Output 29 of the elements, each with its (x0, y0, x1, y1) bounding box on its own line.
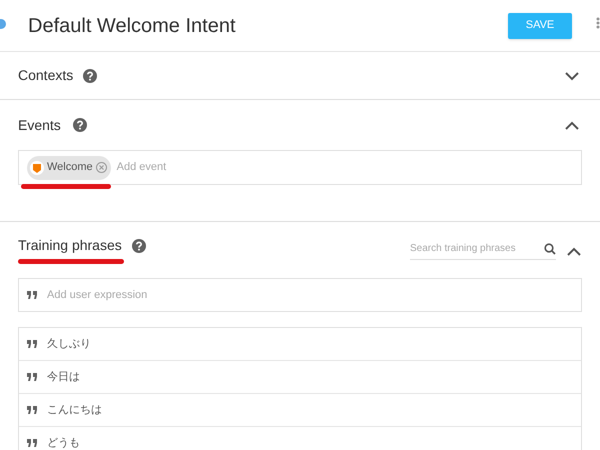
phrase-row[interactable]: 久しぶり (19, 328, 581, 361)
phrase-text: こんにちは (47, 402, 102, 418)
event-field[interactable]: Welcome Add event (18, 150, 582, 185)
help-icon[interactable] (132, 238, 146, 252)
event-chip[interactable]: Welcome (27, 156, 111, 180)
section-title: Contexts (18, 66, 74, 85)
quote-icon (27, 340, 37, 348)
phrase-text: どうも (47, 436, 80, 450)
intent-title: Default Welcome Intent (28, 14, 236, 38)
event-icon (30, 160, 44, 174)
quote-icon (27, 373, 37, 381)
phrase-row[interactable]: どうも (19, 427, 581, 450)
quote-icon (27, 291, 37, 299)
phrase-text: 久しぶり (47, 336, 91, 352)
chevron-up-icon[interactable] (564, 120, 580, 130)
chevron-up-icon[interactable] (566, 246, 582, 256)
help-icon[interactable] (83, 68, 98, 82)
more-icon[interactable] (596, 17, 600, 29)
section-title: Training phrases (18, 236, 122, 255)
quote-icon (27, 439, 37, 447)
chip-label: Welcome (47, 160, 93, 176)
phrase-row[interactable]: 今日は (19, 361, 581, 394)
phrase-row[interactable]: こんにちは (19, 394, 581, 427)
section-title: Events (18, 116, 61, 134)
help-icon[interactable] (72, 118, 87, 132)
chevron-down-icon[interactable] (564, 70, 580, 80)
quote-icon (27, 406, 37, 414)
search-icon[interactable] (544, 242, 556, 254)
phrase-text: 今日は (47, 370, 80, 385)
